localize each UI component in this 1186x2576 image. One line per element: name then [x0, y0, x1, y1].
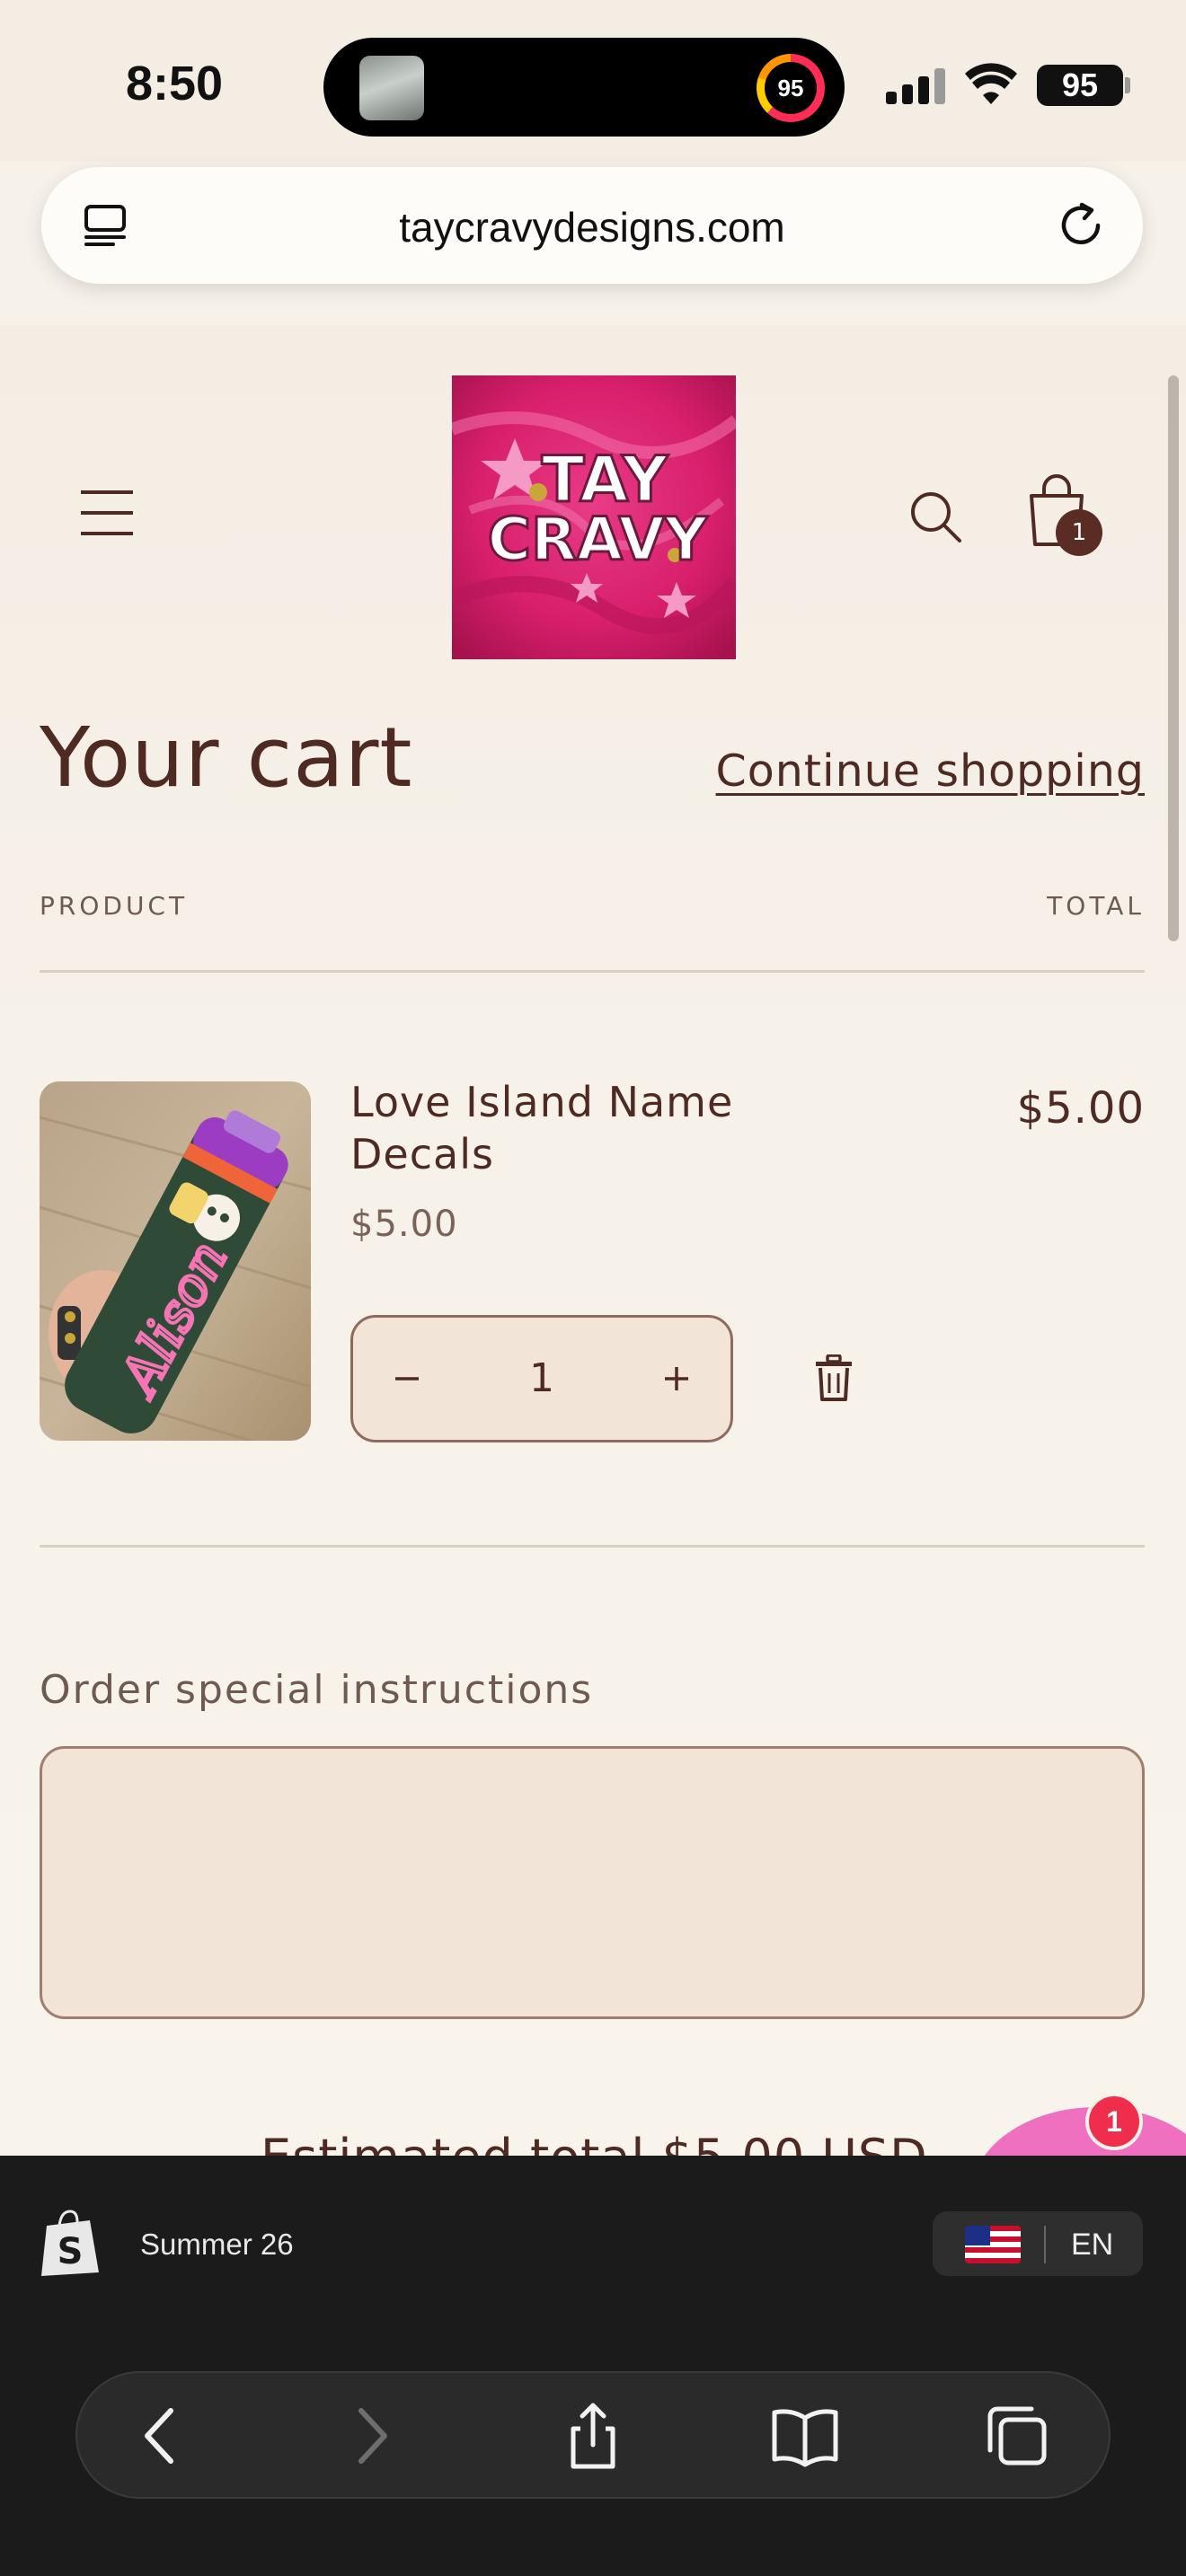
dynamic-island[interactable]: 95 [323, 38, 845, 137]
item-name[interactable]: Love Island Name Decals [350, 1076, 818, 1180]
forward-arrow-icon[interactable] [336, 2402, 404, 2470]
continue-shopping-link[interactable]: Continue shopping [716, 745, 1145, 797]
svg-text:S: S [58, 2231, 84, 2272]
product-image[interactable]: Alison [40, 1081, 311, 1441]
cellular-signal-icon [886, 68, 947, 104]
product-photo: Alison [40, 1081, 311, 1441]
battery-icon: 95 [1037, 65, 1123, 106]
status-bar: 8:50 95 95 [0, 0, 1186, 162]
order-instructions-label: Order special instructions [40, 1667, 594, 1713]
minus-icon [395, 1377, 419, 1381]
bookmarks-icon[interactable] [771, 2402, 839, 2470]
plus-icon [665, 1367, 688, 1390]
language-code: EN [1071, 2228, 1114, 2262]
live-activity-thumbnail [359, 56, 424, 120]
chat-unread-badge[interactable]: 1 [1085, 2093, 1143, 2150]
quantity-stepper[interactable]: 1 [350, 1315, 733, 1442]
column-header-total: TOTAL [1047, 891, 1145, 921]
hamburger-menu-icon[interactable] [77, 487, 137, 539]
shop-pay-bar: S Summer 26 EN [0, 2156, 1186, 2335]
shopify-bag-icon[interactable]: S [40, 2208, 101, 2278]
reload-icon[interactable] [1055, 199, 1107, 251]
browser-toolbar [75, 2371, 1111, 2499]
increase-quantity-button[interactable] [623, 1318, 730, 1440]
cart-count-badge[interactable]: 1 [1056, 509, 1102, 556]
search-icon[interactable] [907, 489, 963, 544]
battery-tip [1125, 77, 1130, 93]
remove-item-trash-icon[interactable] [814, 1354, 854, 1401]
us-flag-icon [965, 2226, 1021, 2263]
tabs-icon[interactable] [983, 2402, 1051, 2470]
locale-divider [1044, 2226, 1046, 2263]
order-instructions-textarea[interactable] [40, 1746, 1145, 2019]
wifi-icon [965, 63, 1017, 104]
divider [40, 1545, 1145, 1548]
column-header-product: PRODUCT [40, 891, 189, 921]
status-time: 8:50 [126, 57, 224, 110]
item-unit-price: $5.00 [350, 1204, 458, 1245]
store-logo-image: TAY CRAVY [452, 375, 736, 659]
quantity-value[interactable]: 1 [461, 1318, 623, 1440]
divider [40, 970, 1145, 973]
locale-selector[interactable]: EN [933, 2211, 1143, 2276]
back-arrow-icon[interactable] [128, 2402, 196, 2470]
store-name[interactable]: Summer 26 [140, 2228, 294, 2262]
url-text[interactable]: taycravydesigns.com [41, 203, 1143, 251]
activity-ring-icon: 95 [757, 54, 825, 122]
decrease-quantity-button[interactable] [353, 1318, 461, 1440]
item-line-total: $5.00 [1016, 1083, 1145, 1134]
scrollbar[interactable] [1168, 375, 1179, 941]
share-icon[interactable] [559, 2402, 627, 2470]
address-bar[interactable]: taycravydesigns.com [41, 167, 1143, 284]
store-logo[interactable]: TAY CRAVY [452, 375, 736, 659]
logo-text-line2: CRAVY [488, 505, 709, 574]
page-title: Your cart [40, 710, 413, 806]
activity-ring-value: 95 [765, 62, 817, 114]
